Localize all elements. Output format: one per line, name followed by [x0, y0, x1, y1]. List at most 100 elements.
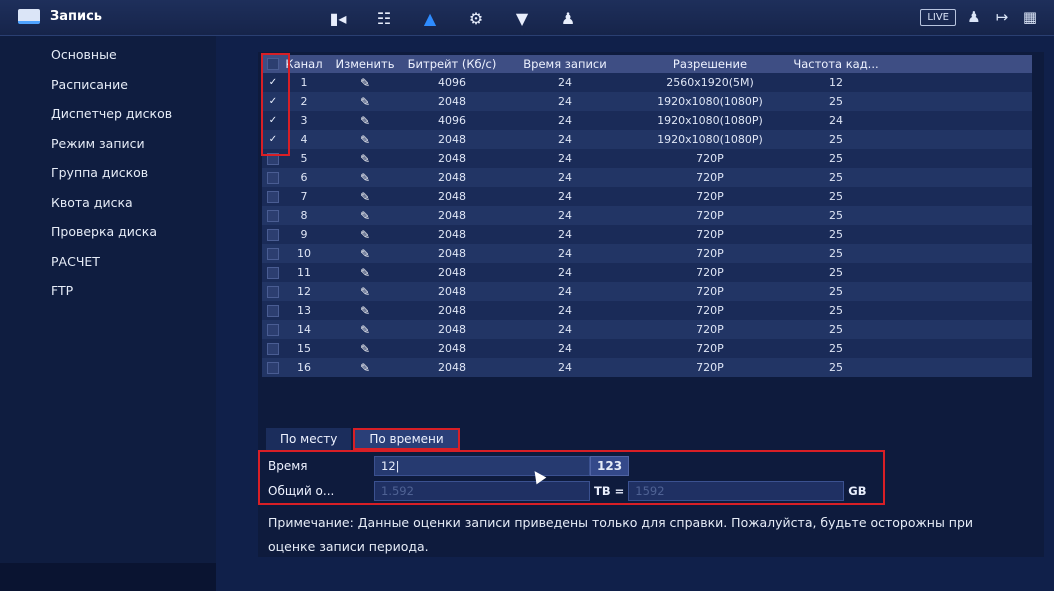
edit-pencil-icon[interactable]: ✎: [360, 228, 370, 242]
total-row: Общий о... 1.592 TB = 1592 GB: [268, 481, 870, 501]
cell-fps: 24: [829, 114, 843, 127]
edit-pencil-icon[interactable]: ✎: [360, 76, 370, 90]
live-button[interactable]: LIVE: [920, 8, 956, 26]
table-row: 16 ✎ 2048 24 720P 25: [262, 358, 1032, 377]
edit-pencil-icon[interactable]: ✎: [360, 171, 370, 185]
cell-channel: 8: [300, 209, 308, 222]
cell-fps: 25: [829, 190, 843, 203]
cell-rec-time: 24: [558, 190, 572, 203]
cell-bitrate: 4096: [438, 114, 466, 127]
sidebar-item-disk-check[interactable]: Проверка диска: [0, 217, 216, 247]
row-checkbox[interactable]: [267, 228, 279, 241]
cell-bitrate: 2048: [438, 209, 466, 222]
cell-rec-time: 24: [558, 228, 572, 241]
edit-pencil-icon[interactable]: ✎: [360, 95, 370, 109]
time-label: Время: [268, 459, 308, 473]
row-checkbox[interactable]: [267, 209, 279, 222]
sidebar-item-calculation[interactable]: РАСЧЕТ: [0, 247, 216, 277]
edit-pencil-icon[interactable]: ✎: [360, 209, 370, 223]
tab-by-space[interactable]: По месту: [266, 428, 352, 450]
row-checkbox[interactable]: [267, 285, 279, 298]
cell-fps: 25: [829, 323, 843, 336]
row-checkbox[interactable]: [267, 323, 279, 336]
row-checkbox[interactable]: [267, 190, 279, 203]
row-checkbox[interactable]: [267, 361, 279, 374]
cell-resolution: 720P: [696, 285, 724, 298]
sidebar-item-basic[interactable]: Основные: [0, 40, 216, 70]
account-icon[interactable]: ♟: [550, 6, 586, 30]
row-checkbox[interactable]: [267, 304, 279, 317]
settings-icon[interactable]: ⚙: [458, 6, 494, 30]
qr-icon[interactable]: ▦: [1020, 7, 1040, 27]
cell-bitrate: 2048: [438, 152, 466, 165]
cell-channel: 12: [297, 285, 311, 298]
edit-pencil-icon[interactable]: ✎: [360, 247, 370, 261]
network-icon[interactable]: ☷: [366, 6, 402, 30]
table-row: 14 ✎ 2048 24 720P 25: [262, 320, 1032, 339]
cell-rec-time: 24: [558, 152, 572, 165]
cell-bitrate: 2048: [438, 304, 466, 317]
table-row: 10 ✎ 2048 24 720P 25: [262, 244, 1032, 263]
table-row: 12 ✎ 2048 24 720P 25: [262, 282, 1032, 301]
row-checkbox[interactable]: [267, 266, 279, 279]
time-unit-button[interactable]: 123: [590, 456, 630, 476]
storage-icon[interactable]: ▲: [412, 6, 448, 30]
cell-resolution: 720P: [696, 266, 724, 279]
edit-pencil-icon[interactable]: ✎: [360, 285, 370, 299]
table-row: 15 ✎ 2048 24 720P 25: [262, 339, 1032, 358]
cell-fps: 25: [829, 266, 843, 279]
row-checkbox[interactable]: [267, 247, 279, 260]
cell-resolution: 1920x1080(1080P): [657, 114, 763, 127]
edit-pencil-icon[interactable]: ✎: [360, 114, 370, 128]
table-row: 13 ✎ 2048 24 720P 25: [262, 301, 1032, 320]
sidebar-item-disk-quota[interactable]: Квота диска: [0, 188, 216, 218]
cell-resolution: 720P: [696, 171, 724, 184]
logout-icon[interactable]: ↦: [992, 7, 1012, 27]
cell-rec-time: 24: [558, 171, 572, 184]
security-icon[interactable]: ▼: [504, 6, 540, 30]
sidebar-item-record-mode[interactable]: Режим записи: [0, 129, 216, 159]
sidebar-item-disk-manager[interactable]: Диспетчер дисков: [0, 99, 216, 129]
edit-pencil-icon[interactable]: ✎: [360, 152, 370, 166]
time-input[interactable]: 12|: [374, 456, 590, 476]
sidebar-item-ftp[interactable]: FTP: [0, 276, 216, 306]
top-nav: ▮◂ ☷ ▲ ⚙ ▼ ♟: [320, 6, 586, 30]
cell-resolution: 720P: [696, 304, 724, 317]
cell-resolution: 720P: [696, 323, 724, 336]
edit-pencil-icon[interactable]: ✎: [360, 342, 370, 356]
cell-fps: 25: [829, 133, 843, 146]
cell-resolution: 720P: [696, 190, 724, 203]
user-icon[interactable]: ♟: [964, 7, 984, 27]
gb-unit-label: GB: [848, 484, 867, 498]
selected-channels-highlight: [261, 53, 290, 156]
cell-channel: 1: [300, 76, 308, 89]
cell-rec-time: 24: [558, 95, 572, 108]
edit-pencil-icon[interactable]: ✎: [360, 304, 370, 318]
cell-fps: 25: [829, 171, 843, 184]
edit-pencil-icon[interactable]: ✎: [360, 266, 370, 280]
cell-resolution: 1920x1080(1080P): [657, 133, 763, 146]
cell-resolution: 720P: [696, 152, 724, 165]
record-icon: [18, 9, 40, 24]
camera-icon[interactable]: ▮◂: [320, 6, 356, 30]
row-checkbox[interactable]: [267, 171, 279, 184]
cell-rec-time: 24: [558, 133, 572, 146]
table-row: 5 ✎ 2048 24 720P 25: [262, 149, 1032, 168]
sidebar-item-disk-group[interactable]: Группа дисков: [0, 158, 216, 188]
tab-by-time[interactable]: По времени: [353, 428, 460, 450]
table-row: ✓ 4 ✎ 2048 24 1920x1080(1080P) 25: [262, 130, 1032, 149]
cell-channel: 4: [300, 133, 308, 146]
cell-rec-time: 24: [558, 304, 572, 317]
row-checkbox[interactable]: [267, 342, 279, 355]
cell-resolution: 720P: [696, 209, 724, 222]
edit-pencil-icon[interactable]: ✎: [360, 133, 370, 147]
sidebar-item-schedule[interactable]: Расписание: [0, 70, 216, 100]
edit-pencil-icon[interactable]: ✎: [360, 361, 370, 375]
cell-channel: 6: [300, 171, 308, 184]
cell-channel: 3: [300, 114, 308, 127]
edit-pencil-icon[interactable]: ✎: [360, 323, 370, 337]
cell-channel: 14: [297, 323, 311, 336]
total-label: Общий о...: [268, 484, 335, 498]
calc-form: Время 12| 123 Общий о... 1.592 TB = 1592…: [258, 450, 885, 505]
edit-pencil-icon[interactable]: ✎: [360, 190, 370, 204]
